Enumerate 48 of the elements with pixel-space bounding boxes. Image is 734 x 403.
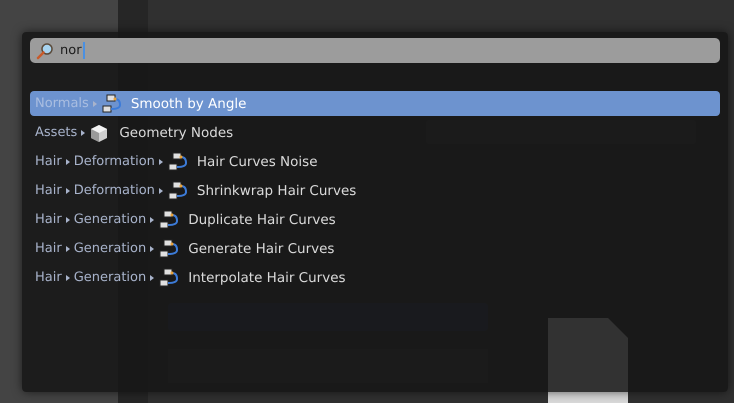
search-result[interactable]: Hair Deformation Shrinkwrap Hair Curves — [30, 178, 720, 203]
category-label: Hair — [35, 183, 62, 198]
search-result[interactable]: Hair Generation Generate Hair Curves — [30, 236, 720, 261]
result-name: Generate Hair Curves — [188, 240, 334, 256]
breadcrumb-arrow-icon — [66, 274, 70, 280]
breadcrumb-arrow-icon — [158, 158, 163, 164]
node-group-icon — [166, 152, 187, 172]
search-text: nor — [60, 43, 82, 58]
category-label: Generation — [74, 212, 146, 227]
breadcrumb-arrow-icon — [150, 216, 154, 222]
category-label: Hair — [35, 154, 62, 169]
breadcrumb-arrow-icon — [150, 274, 154, 280]
search-result[interactable]: Assets Geometry Nodes — [30, 120, 720, 145]
result-name: Duplicate Hair Curves — [188, 212, 336, 228]
search-result[interactable]: Hair Generation Duplicate Hair Curves — [30, 207, 720, 232]
category-label: Deformation — [74, 183, 155, 198]
breadcrumb-arrow-icon — [66, 188, 70, 194]
category-label: Normals — [35, 96, 89, 111]
node-group-icon — [166, 180, 187, 200]
result-name: Hair Curves Noise — [196, 154, 318, 170]
result-name: Interpolate Hair Curves — [188, 270, 346, 286]
breadcrumb-arrow-icon — [66, 216, 70, 222]
node-group-icon — [158, 238, 178, 258]
category-label: Hair — [35, 212, 62, 227]
search-result[interactable]: Hair Generation Interpolate Hair Curves — [30, 265, 720, 290]
cube-icon — [89, 122, 110, 142]
category-label: Hair — [35, 270, 62, 285]
search-icon — [36, 42, 54, 60]
search-field[interactable]: nor — [30, 38, 720, 63]
category-label: Deformation — [74, 154, 155, 169]
node-group-icon — [158, 210, 178, 230]
breadcrumb-arrow-icon — [66, 246, 70, 252]
breadcrumb-arrow-icon — [158, 188, 163, 194]
category-label: Generation — [74, 270, 146, 285]
breadcrumb-arrow-icon — [150, 246, 154, 252]
category-label: Generation — [74, 241, 146, 256]
category-label: Assets — [35, 125, 78, 140]
result-name: Geometry Nodes — [119, 124, 234, 140]
text-cursor — [82, 42, 85, 59]
category-label: Hair — [35, 241, 62, 256]
result-name: Shrinkwrap Hair Curves — [196, 182, 356, 198]
result-name: Smooth by Angle — [130, 96, 246, 112]
node-group-icon — [100, 94, 121, 114]
breadcrumb-arrow-icon — [66, 158, 70, 164]
breadcrumb-arrow-icon — [92, 100, 97, 106]
node-group-icon — [158, 268, 178, 288]
search-result[interactable]: Hair Deformation Hair Curves Noise — [30, 149, 720, 174]
breadcrumb-arrow-icon — [81, 130, 86, 136]
